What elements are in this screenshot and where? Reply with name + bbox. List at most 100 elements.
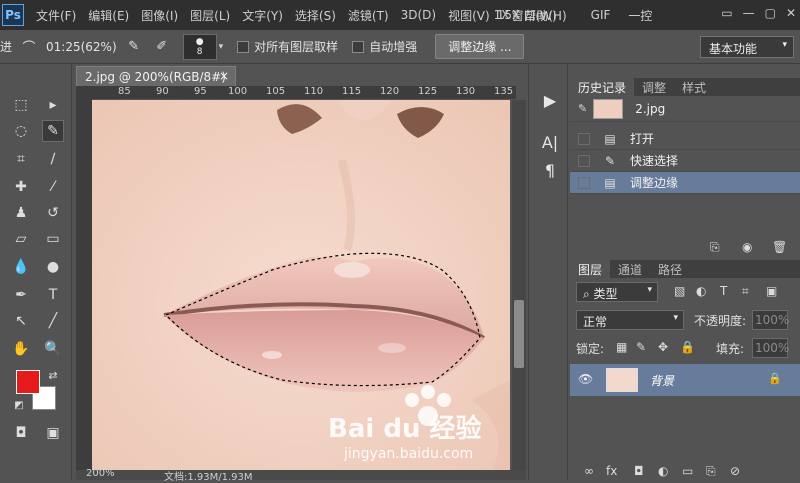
layer-filter-select[interactable]: ⌕ 类型 ▾ bbox=[576, 282, 658, 302]
filter-adjustment-icon[interactable]: ◐ bbox=[696, 284, 706, 298]
menu-edit[interactable]: 编辑(E) bbox=[88, 7, 129, 24]
history-brush-source-icon[interactable]: ✎ bbox=[578, 102, 587, 115]
refine-edge-button[interactable]: 调整边缘 ... bbox=[435, 34, 525, 59]
dodge-tool-icon[interactable]: ● bbox=[42, 256, 64, 278]
opacity-field[interactable]: 100% bbox=[752, 310, 789, 330]
lasso-tool-icon[interactable]: ◌ bbox=[10, 120, 32, 142]
delete-layer-icon[interactable]: ⊘ bbox=[730, 464, 740, 478]
swap-colors-icon[interactable]: ⇄ bbox=[42, 364, 64, 386]
layer-style-icon[interactable]: fx bbox=[606, 464, 617, 478]
minimize-icon[interactable]: — bbox=[743, 6, 755, 20]
character-panel-icon[interactable]: A| bbox=[540, 132, 560, 152]
quick-mask-icon[interactable]: ◘ bbox=[10, 422, 32, 444]
history-item-selected[interactable]: ▤ 调整边缘 bbox=[570, 172, 800, 194]
zoom-level[interactable]: 200% bbox=[86, 468, 115, 479]
tab-layers[interactable]: 图层 bbox=[570, 260, 611, 278]
document-tab[interactable]: 2.jpg @ 200%(RGB/8#) × bbox=[76, 66, 236, 88]
tab-adjustments[interactable]: 调整 bbox=[634, 78, 674, 96]
quick-select-new-icon[interactable]: ⌒ bbox=[18, 36, 40, 58]
screen-mode-icon[interactable]: ▣ bbox=[42, 422, 64, 444]
adjustment-layer-icon[interactable]: ◐ bbox=[658, 464, 668, 478]
quick-select-subtract-icon[interactable]: ✐ bbox=[151, 36, 173, 58]
lock-position-icon[interactable]: ✥ bbox=[658, 340, 668, 354]
maximize-icon[interactable]: ▢ bbox=[765, 6, 776, 20]
play-icon[interactable]: ▶ bbox=[540, 90, 560, 110]
fill-field[interactable]: 100% bbox=[752, 338, 789, 358]
new-layer-icon[interactable]: ⎘ bbox=[706, 464, 716, 479]
path-select-tool-icon[interactable]: ↖ bbox=[10, 310, 32, 332]
healing-brush-icon[interactable]: ✚ bbox=[10, 176, 32, 198]
menu-gif[interactable]: GIF bbox=[591, 8, 611, 22]
vertical-scroll-thumb[interactable] bbox=[514, 300, 524, 368]
lock-pixels-icon[interactable]: ✎ bbox=[636, 340, 646, 354]
brush-tool-icon[interactable]: ⁄ bbox=[42, 176, 64, 198]
menu-control[interactable]: 一控 bbox=[628, 7, 652, 24]
paragraph-panel-icon[interactable]: ¶ bbox=[540, 160, 560, 180]
crop-tool-icon[interactable]: ⌗ bbox=[10, 148, 32, 170]
add-mask-icon[interactable]: ◘ bbox=[634, 464, 644, 478]
type-tool-icon[interactable]: T bbox=[42, 284, 64, 306]
filter-smart-object-icon[interactable]: ▣ bbox=[766, 284, 777, 298]
sample-all-layers-checkbox[interactable] bbox=[237, 40, 250, 53]
brush-size-picker[interactable]: ● 8 bbox=[182, 33, 217, 60]
eye-visibility-icon[interactable]: 👁 bbox=[578, 372, 593, 386]
quick-select-tool-icon[interactable]: ✎ bbox=[42, 120, 64, 142]
close-tab-icon[interactable]: × bbox=[219, 69, 229, 83]
history-item[interactable]: ✎ 快速选择 bbox=[570, 150, 800, 172]
menu-view[interactable]: 视图(V) bbox=[448, 7, 490, 24]
move-tool-icon[interactable]: ▸ bbox=[42, 94, 64, 116]
hand-tool-icon[interactable]: ✋ bbox=[10, 338, 32, 360]
lock-all-icon[interactable]: 🔒 bbox=[680, 340, 695, 354]
menu-3d[interactable]: 3D(D) bbox=[401, 8, 436, 22]
history-checkbox[interactable] bbox=[578, 176, 590, 189]
eyedropper-tool-icon[interactable]: ∕ bbox=[42, 148, 64, 170]
new-document-from-state-icon[interactable]: ⎘ bbox=[710, 240, 720, 255]
tab-channels[interactable]: 通道 bbox=[610, 260, 650, 278]
lock-transparency-icon[interactable]: ▦ bbox=[616, 340, 627, 354]
filter-type-icon[interactable]: T bbox=[720, 284, 727, 298]
tab-styles[interactable]: 样式 bbox=[674, 78, 714, 96]
menu-layer[interactable]: 图层(L) bbox=[190, 7, 230, 24]
chevron-down-icon[interactable]: ▾ bbox=[219, 42, 224, 52]
quick-select-add-icon[interactable]: ✎ bbox=[123, 36, 145, 58]
close-icon[interactable]: ✕ bbox=[786, 6, 796, 20]
menu-file[interactable]: 文件(F) bbox=[36, 7, 76, 24]
menu-filter[interactable]: 滤镜(T) bbox=[348, 7, 389, 24]
pen-tool-icon[interactable]: ✒ bbox=[10, 284, 32, 306]
marquee-tool-icon[interactable]: ⬚ bbox=[10, 94, 32, 116]
foreground-color-swatch[interactable] bbox=[16, 370, 40, 394]
document-canvas[interactable]: Bai du 经验 jingyan.baidu.com bbox=[92, 100, 510, 470]
restore-icon[interactable]: ▭ bbox=[721, 6, 732, 20]
trash-icon[interactable]: 🗑 bbox=[772, 240, 787, 254]
blur-tool-icon[interactable]: 💧 bbox=[10, 256, 32, 278]
eraser-tool-icon[interactable]: ▱ bbox=[10, 228, 32, 250]
history-snapshot[interactable]: ✎ 2.jpg bbox=[570, 96, 800, 122]
tab-paths[interactable]: 路径 bbox=[650, 260, 690, 278]
line-tool-icon[interactable]: ╱ bbox=[42, 310, 64, 332]
tab-history[interactable]: 历史记录 bbox=[570, 78, 635, 96]
document-icon: ▤ bbox=[604, 175, 616, 190]
link-layers-icon[interactable]: ∞ bbox=[584, 464, 594, 478]
auto-enhance-checkbox[interactable] bbox=[352, 40, 365, 53]
filter-shape-icon[interactable]: ⌗ bbox=[742, 284, 749, 299]
history-checkbox[interactable] bbox=[578, 154, 590, 167]
menu-select[interactable]: 选择(S) bbox=[295, 7, 336, 24]
history-brush-icon[interactable]: ↺ bbox=[42, 202, 64, 224]
history-checkbox[interactable] bbox=[578, 132, 590, 145]
history-item[interactable]: ▤ 打开 bbox=[570, 128, 800, 150]
menu-image[interactable]: 图像(I) bbox=[141, 7, 178, 24]
workspace-select[interactable]: 基本功能 ▾ bbox=[700, 36, 794, 58]
default-colors-icon[interactable]: ◩ bbox=[8, 394, 30, 416]
camera-icon[interactable]: ◉ bbox=[742, 240, 752, 254]
menu-type[interactable]: 文字(Y) bbox=[242, 7, 283, 24]
zoom-tool-icon[interactable]: 🔍 bbox=[42, 338, 64, 360]
vertical-scrollbar[interactable] bbox=[512, 100, 526, 470]
gradient-tool-icon[interactable]: ▭ bbox=[42, 228, 64, 250]
blend-mode-select[interactable]: 正常 ▾ bbox=[576, 310, 684, 330]
menu-help[interactable]: 帮助(H) bbox=[524, 7, 566, 24]
filter-pixel-icon[interactable]: ▧ bbox=[674, 284, 685, 298]
layer-row-background[interactable]: 👁 背景 🔒 bbox=[570, 364, 800, 396]
search-icon: ⌕ bbox=[583, 287, 594, 301]
stamp-tool-icon[interactable]: ♟ bbox=[10, 202, 32, 224]
group-folder-icon[interactable]: ▭ bbox=[682, 464, 693, 478]
